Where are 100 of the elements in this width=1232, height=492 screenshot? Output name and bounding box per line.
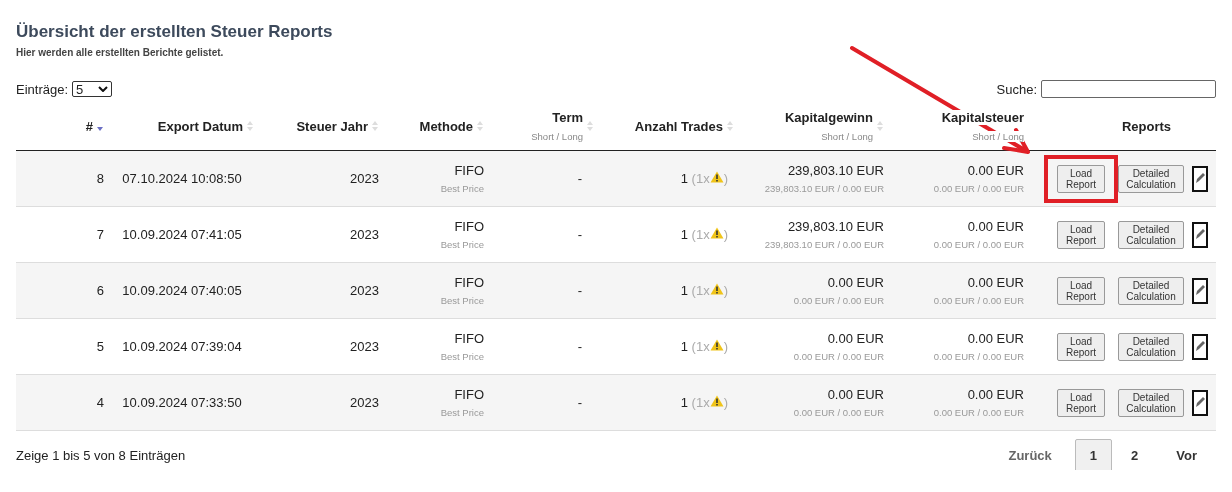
capital-gain-detail: 239,803.10 EUR / 0.00 EUR: [764, 183, 884, 194]
capital-gain-detail: 0.00 EUR / 0.00 EUR: [793, 407, 884, 418]
warning-count: (1x: [691, 171, 710, 186]
export-date: 10.09.2024 07:33:50: [122, 395, 242, 410]
row-number: 8: [96, 171, 104, 186]
warning-count: (1x: [691, 395, 710, 410]
capital-tax-detail: 0.00 EUR / 0.00 EUR: [933, 239, 1024, 250]
capital-tax: 0.00 EUR: [967, 163, 1024, 178]
column-header: Kapitalsteuer: [941, 110, 1024, 125]
method-detail: Best Price: [440, 239, 484, 250]
method-detail: Best Price: [440, 295, 484, 306]
page-subtitle: Hier werden alle erstellten Berichte gelistet.: [16, 47, 225, 58]
edit-icon[interactable]: [1192, 221, 1208, 248]
entries-select[interactable]: 5: [72, 81, 113, 97]
capital-gain-detail: 0.00 EUR / 0.00 EUR: [793, 351, 884, 362]
edit-icon[interactable]: [1192, 165, 1208, 192]
warning-count: (1x: [691, 227, 710, 242]
detailed-calculation-button[interactable]: Detailed Calculation: [1118, 220, 1184, 249]
warning-icon: [709, 227, 724, 239]
method: FIFO: [454, 331, 484, 346]
capital-tax-detail: 0.00 EUR / 0.00 EUR: [933, 183, 1024, 194]
tax-year: 2023: [350, 227, 379, 242]
row-number: 4: [96, 395, 104, 410]
capital-gain-detail: 0.00 EUR / 0.00 EUR: [793, 295, 884, 306]
edit-icon[interactable]: [1192, 389, 1208, 416]
edit-icon[interactable]: [1192, 333, 1208, 360]
warning-icon: [709, 395, 724, 407]
capital-tax-detail: 0.00 EUR / 0.00 EUR: [933, 295, 1024, 306]
warning-icon: [709, 339, 724, 351]
capital-tax: 0.00 EUR: [967, 275, 1024, 290]
export-date: 10.09.2024 07:41:05: [122, 227, 242, 242]
column-subheader: Short / Long: [821, 131, 873, 142]
warning-icon: [709, 283, 724, 295]
capital-tax: 0.00 EUR: [967, 219, 1024, 234]
load-report-button[interactable]: Load Report: [1057, 276, 1105, 305]
row-number: 6: [96, 283, 104, 298]
term: -: [577, 227, 582, 242]
load-report-button[interactable]: Load Report: [1057, 332, 1105, 361]
load-report-button[interactable]: Load Report: [1057, 388, 1105, 417]
detailed-calculation-button[interactable]: Detailed Calculation: [1118, 276, 1184, 305]
term: -: [577, 171, 582, 186]
capital-gain-detail: 239,803.10 EUR / 0.00 EUR: [764, 239, 884, 250]
export-date: 10.09.2024 07:40:05: [122, 283, 242, 298]
warning-close: ): [723, 171, 728, 186]
row-number: 5: [96, 339, 104, 354]
term: -: [577, 395, 582, 410]
edit-icon[interactable]: [1192, 277, 1208, 304]
trade-count: 1: [680, 171, 688, 186]
load-report-button[interactable]: Load Report: [1057, 164, 1105, 193]
tax-year: 2023: [350, 339, 379, 354]
method-detail: Best Price: [440, 183, 484, 194]
capital-gain: 0.00 EUR: [827, 387, 884, 402]
caret-icon: [98, 86, 109, 92]
row-number: 7: [96, 227, 104, 242]
method: FIFO: [454, 387, 484, 402]
column-header[interactable]: Kapitalgewinn: [784, 110, 873, 125]
trade-count: 1: [680, 227, 688, 242]
warning-count: (1x: [691, 339, 710, 354]
page-title: Übersicht der erstellten Steuer Reports: [16, 22, 334, 42]
detailed-calculation-button[interactable]: Detailed Calculation: [1118, 332, 1184, 361]
page-button[interactable]: 2: [1116, 439, 1154, 470]
method: FIFO: [454, 219, 484, 234]
tax-year: 2023: [350, 171, 379, 186]
export-date: 07.10.2024 10:08:50: [122, 171, 242, 186]
method-detail: Best Price: [440, 351, 484, 362]
tax-year: 2023: [350, 395, 379, 410]
term: -: [577, 283, 582, 298]
search-field[interactable]: [1041, 80, 1216, 98]
detailed-calculation-button[interactable]: Detailed Calculation: [1118, 164, 1184, 193]
tax-year: 2023: [350, 283, 379, 298]
capital-tax: 0.00 EUR: [967, 387, 1024, 402]
capital-gain: 239,803.10 EUR: [787, 163, 884, 178]
next-button[interactable]: Vor: [1157, 439, 1216, 470]
capital-tax-detail: 0.00 EUR / 0.00 EUR: [933, 351, 1024, 362]
column-subheader: Short / Long: [531, 131, 583, 142]
column-subheader: Short / Long: [972, 131, 1024, 142]
term: -: [577, 339, 582, 354]
trade-count: 1: [680, 339, 688, 354]
warning-close: ): [723, 227, 728, 242]
warning-close: ): [723, 283, 728, 298]
load-report-button[interactable]: Load Report: [1057, 220, 1105, 249]
trade-count: 1: [680, 283, 688, 298]
trade-count: 1: [680, 395, 688, 410]
warning-icon: [709, 171, 724, 183]
method-detail: Best Price: [440, 407, 484, 418]
method: FIFO: [454, 163, 484, 178]
capital-gain: 0.00 EUR: [827, 275, 884, 290]
method: FIFO: [454, 275, 484, 290]
page-button[interactable]: 1: [1074, 439, 1113, 470]
export-date: 10.09.2024 07:39:04: [122, 339, 242, 354]
capital-tax-detail: 0.00 EUR / 0.00 EUR: [933, 407, 1024, 418]
table-info: Zeige 1 bis 5 von 8 Einträgen: [16, 448, 186, 463]
entries-label: Einträge:: [16, 81, 69, 97]
capital-tax: 0.00 EUR: [967, 331, 1024, 346]
capital-gain: 239,803.10 EUR: [787, 219, 884, 234]
detailed-calculation-button[interactable]: Detailed Calculation: [1118, 388, 1184, 417]
column-header[interactable]: Term: [552, 110, 583, 125]
warning-count: (1x: [691, 283, 710, 298]
search-label: Suche:: [996, 81, 1037, 97]
capital-gain: 0.00 EUR: [827, 331, 884, 346]
